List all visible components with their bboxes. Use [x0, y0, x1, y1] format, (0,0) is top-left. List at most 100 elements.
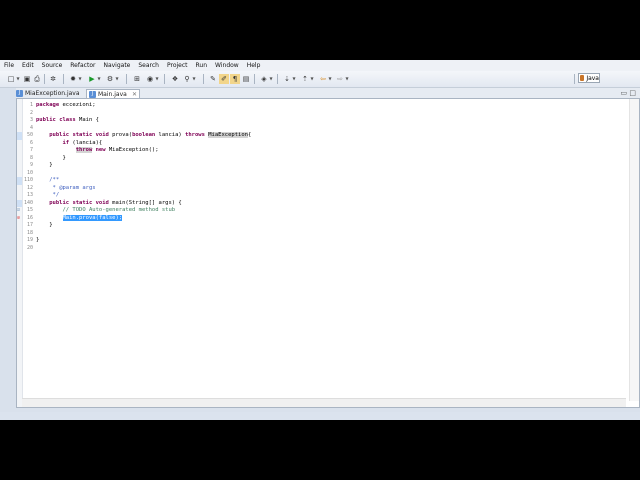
code-line[interactable]: 10: [22, 170, 622, 178]
search-dropdown-icon[interactable]: ▼: [192, 74, 196, 84]
next-annotation-icon[interactable]: ⇣: [282, 74, 292, 84]
java-file-icon: J: [16, 90, 23, 97]
menu-refactor[interactable]: Refactor: [66, 60, 99, 71]
menu-window[interactable]: Window: [211, 60, 243, 71]
code-line[interactable]: 17 }: [22, 222, 622, 230]
new-dropdown-icon[interactable]: ▼: [16, 74, 20, 84]
save-icon[interactable]: ▣: [22, 74, 32, 84]
new-class-icon[interactable]: ◉: [145, 74, 155, 84]
search-icon[interactable]: ⚲: [182, 74, 192, 84]
code-line[interactable]: 7 throw new MiaException();: [22, 147, 622, 155]
debug-dropdown-icon[interactable]: ▼: [78, 74, 82, 84]
code-editor[interactable]: 1 package eccezioni; 2 3 public class Main {…: [16, 98, 640, 408]
java-perspective-button[interactable]: Java: [578, 73, 600, 83]
forward-icon[interactable]: ⇨: [335, 74, 345, 84]
external-tools-icon[interactable]: ⚙: [105, 74, 115, 84]
line-number: 50: [26, 132, 33, 138]
task-marker-icon[interactable]: ☑: [17, 207, 20, 215]
vertical-scrollbar[interactable]: [629, 99, 639, 401]
external-tools-dropdown-icon[interactable]: ▼: [115, 74, 119, 84]
code-text: public static void prova(boolean lancia)…: [36, 132, 251, 140]
menu-edit[interactable]: Edit: [18, 60, 38, 71]
code-token: MiaException: [208, 132, 248, 138]
forward-dropdown-icon[interactable]: ▼: [345, 74, 349, 84]
debug-run-icon[interactable]: ✹: [68, 74, 78, 84]
code-line[interactable]: 8 }: [22, 155, 622, 163]
tab-main-java[interactable]: J Main.java ✕: [86, 89, 140, 98]
menu-project[interactable]: Project: [163, 60, 192, 71]
print-icon[interactable]: ⎙: [32, 74, 42, 84]
back-dropdown-icon[interactable]: ▼: [328, 74, 332, 84]
code-line[interactable]: 20: [22, 245, 622, 253]
line-number: 8: [29, 154, 33, 161]
menu-search[interactable]: Search: [134, 60, 163, 71]
code-token: void: [95, 199, 109, 206]
menu-file[interactable]: File: [0, 60, 18, 71]
toolbar-separator: [254, 74, 255, 84]
code-line[interactable]: 4: [22, 125, 622, 133]
code-token: public: [49, 132, 70, 138]
debug-icon[interactable]: ✲: [48, 74, 58, 84]
code-line[interactable]: 110 /**: [17, 177, 622, 185]
code-line[interactable]: 50 public static void prova(boolean lanc…: [17, 132, 622, 140]
code-line[interactable]: ⊘ 16 Main.prova(false);: [17, 214, 622, 223]
tab-miaexception-java[interactable]: J MiaException.java: [14, 89, 84, 98]
run-icon[interactable]: ▶: [87, 74, 97, 84]
code-token: public: [49, 199, 70, 206]
minimize-icon[interactable]: ▭: [621, 89, 628, 97]
back-icon[interactable]: ⇦: [318, 74, 328, 84]
code-line[interactable]: 9 }: [22, 162, 622, 170]
block-selection-icon[interactable]: ▤: [241, 74, 251, 84]
line-number: 16: [26, 214, 33, 221]
toggle-highlight-icon[interactable]: ✐: [219, 74, 229, 84]
code-line[interactable]: 18: [22, 230, 622, 238]
previous-annotation-icon[interactable]: ⇡: [300, 74, 310, 84]
tab-label: Main.java: [98, 91, 127, 98]
code-line[interactable]: 2: [22, 110, 622, 118]
code-line[interactable]: 13 */: [22, 192, 622, 200]
line-number: 7: [29, 147, 33, 153]
open-type-icon[interactable]: ❖: [170, 74, 180, 84]
toggle-mark-occurrences-icon[interactable]: ✎: [208, 74, 218, 84]
menu-run[interactable]: Run: [192, 60, 212, 71]
previous-annotation-dropdown-icon[interactable]: ▼: [310, 74, 314, 84]
code-text: */: [36, 192, 60, 200]
code-line[interactable]: 19}: [22, 237, 622, 245]
code-text: }: [36, 162, 52, 170]
new-java-project-icon[interactable]: ⊞: [132, 74, 142, 84]
code-token: new: [95, 147, 106, 153]
menu-navigate[interactable]: Navigate: [99, 60, 134, 71]
next-annotation-dropdown-icon[interactable]: ▼: [292, 74, 296, 84]
code-line[interactable]: 1 package eccezioni;: [22, 102, 622, 110]
menu-source[interactable]: Source: [38, 60, 67, 71]
run-dropdown-icon[interactable]: ▼: [97, 74, 101, 84]
error-marker-icon[interactable]: ⊘: [17, 215, 20, 223]
code-line[interactable]: 140 public static void main(String[] arg…: [17, 199, 622, 207]
maximize-icon[interactable]: □: [629, 89, 636, 97]
horizontal-scrollbar[interactable]: [22, 398, 626, 407]
editor-tab-bar: J MiaException.java J Main.java ✕ ▭ □: [16, 88, 640, 98]
eclipse-window: File Edit Source Refactor Navigate Search Proj…: [0, 60, 640, 420]
code-line[interactable]: 3 public class Main {: [22, 117, 622, 125]
line-number: 13: [26, 192, 33, 198]
menu-help[interactable]: Help: [243, 60, 265, 71]
code-line[interactable]: 12 * @param args: [22, 185, 622, 193]
show-whitespace-icon[interactable]: ¶: [230, 74, 240, 84]
annotation-icon[interactable]: ◈: [259, 74, 269, 84]
code-line[interactable]: 6 if (lancia){: [22, 140, 622, 148]
line-number: 10: [26, 169, 33, 176]
new-class-dropdown-icon[interactable]: ▼: [155, 74, 159, 84]
toolbar-separator: [203, 74, 204, 84]
code-line[interactable]: ☑ 15 // TODO Auto-generated method stub: [17, 207, 622, 215]
annotation-dropdown-icon[interactable]: ▼: [269, 74, 273, 84]
code-text: /**: [36, 177, 59, 185]
code-token: }: [36, 237, 40, 243]
code-token: lancia): [155, 132, 186, 138]
code-token: public: [36, 117, 56, 123]
code-text: public class Main {: [36, 117, 99, 125]
new-icon[interactable]: □: [6, 74, 16, 84]
code-token: class: [59, 117, 76, 123]
